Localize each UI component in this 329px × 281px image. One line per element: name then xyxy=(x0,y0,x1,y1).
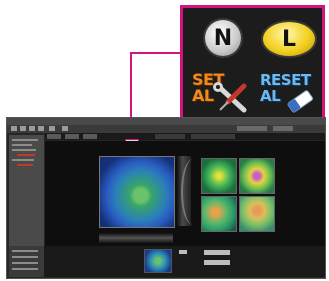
bottom-panel xyxy=(9,246,325,277)
eraser-icon xyxy=(287,90,313,113)
lens-button-label: L xyxy=(281,26,297,52)
sidebar-item[interactable] xyxy=(12,149,36,151)
toolbar-icon[interactable] xyxy=(38,126,44,131)
toolbar-icon[interactable] xyxy=(20,126,26,131)
map-thumbnail[interactable] xyxy=(239,196,275,232)
map-thumbnail[interactable] xyxy=(239,158,275,194)
panel-field[interactable] xyxy=(204,250,230,255)
panel-field[interactable] xyxy=(204,260,230,265)
list-item[interactable] xyxy=(12,262,38,264)
tool-strip xyxy=(155,134,185,139)
normal-button-face: N xyxy=(205,20,241,56)
application-window xyxy=(6,117,326,279)
normal-button-label: N xyxy=(213,25,233,51)
lens-button[interactable]: L xyxy=(256,16,320,64)
tab[interactable] xyxy=(65,134,79,139)
list-item[interactable] xyxy=(12,256,38,258)
map-thumbnail[interactable] xyxy=(201,158,237,194)
sidebar-item-selected[interactable] xyxy=(17,154,35,156)
list-item[interactable] xyxy=(12,250,38,252)
toolbar-icon[interactable] xyxy=(62,126,68,131)
callout-connector-horizontal xyxy=(130,52,181,54)
tool-strip xyxy=(191,134,235,139)
title-bar xyxy=(7,118,325,125)
map-thumbnail[interactable] xyxy=(201,196,237,232)
lens-button-face: L xyxy=(263,22,315,56)
toolbar xyxy=(7,125,325,133)
sidebar-item-selected[interactable] xyxy=(17,164,33,166)
toolbar-field[interactable] xyxy=(273,126,293,131)
toolbar-icon[interactable] xyxy=(29,126,35,131)
set-al-button[interactable]: SET AL xyxy=(190,68,254,116)
toolbar-icon[interactable] xyxy=(11,126,17,131)
toolbar-icon[interactable] xyxy=(49,126,55,131)
horizontal-b-scan[interactable] xyxy=(99,233,173,243)
wrench-screwdriver-icon xyxy=(213,82,247,113)
sidebar-item[interactable] xyxy=(12,139,38,141)
zoom-callout: N L SET AL RESET AL xyxy=(180,5,325,121)
tab-bar xyxy=(45,133,325,140)
toolbar-field[interactable] xyxy=(237,126,267,131)
normal-button[interactable]: N xyxy=(190,16,254,64)
panel-field[interactable] xyxy=(179,250,187,254)
tab[interactable] xyxy=(47,134,61,139)
preview-thumbnail[interactable] xyxy=(144,249,172,273)
reset-al-label-line1: RESET xyxy=(260,71,311,89)
sidebar-item[interactable] xyxy=(12,144,32,146)
patient-list xyxy=(9,246,44,277)
sidebar-item[interactable] xyxy=(12,159,34,161)
thickness-map[interactable] xyxy=(99,156,175,228)
tab[interactable] xyxy=(83,134,97,139)
list-item[interactable] xyxy=(12,268,38,270)
reset-al-button[interactable]: RESET AL xyxy=(256,68,320,116)
